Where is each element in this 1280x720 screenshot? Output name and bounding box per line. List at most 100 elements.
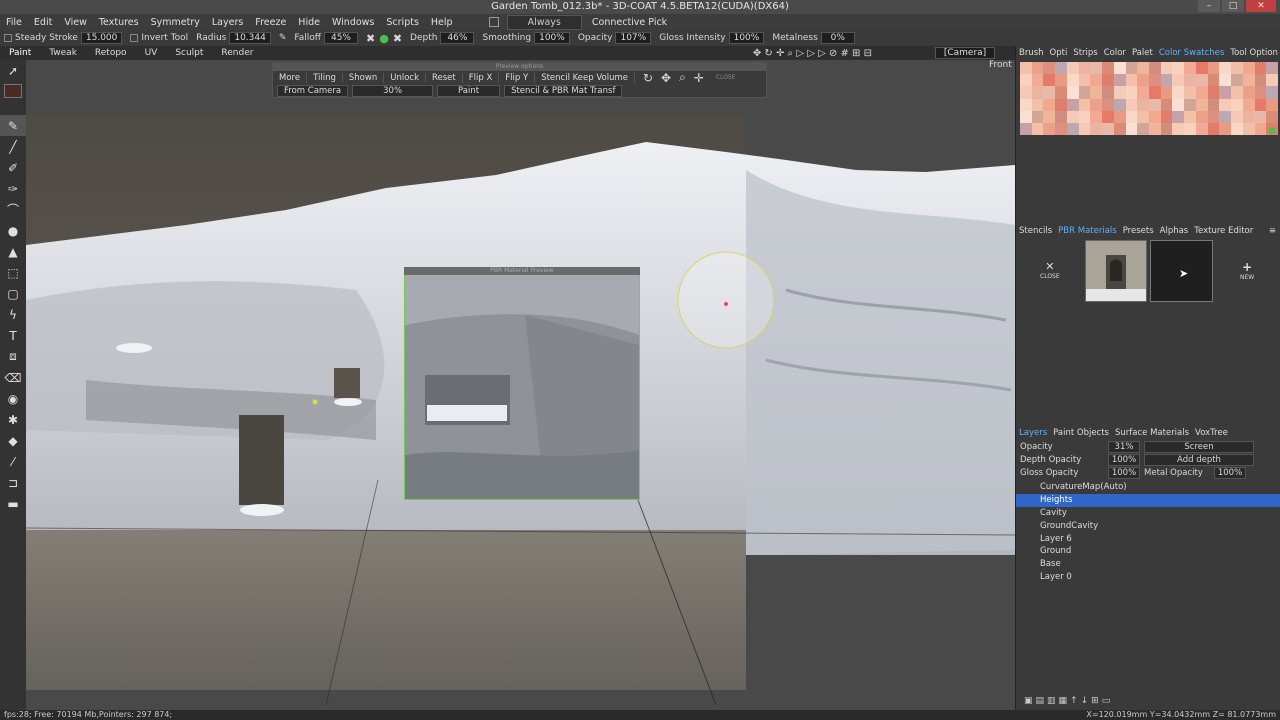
color-swatch-cell[interactable] [1231,98,1243,111]
camera-dropdown[interactable]: [Camera] [935,47,995,59]
color-swatch-cell[interactable] [1219,74,1232,87]
color-swatch-cell[interactable] [1242,62,1255,75]
tab-pbr-materials[interactable]: PBR Materials [1055,226,1120,236]
layer-settings-icon[interactable]: ⊞ [1091,696,1099,706]
color-swatch-cell[interactable] [1137,110,1149,123]
flip-y-button[interactable]: Flip Y [499,72,536,83]
bucket-icon[interactable]: ◆ [0,430,26,451]
tab-tweak[interactable]: Tweak [40,48,86,58]
fill-icon[interactable]: ✑ [0,178,26,199]
color-swatch-cell[interactable] [1043,110,1056,123]
color-swatch-cell[interactable] [1090,98,1103,111]
material-thumbnail[interactable] [1085,240,1147,302]
text-tool-icon[interactable]: T [0,325,26,346]
navigation-icons[interactable]: ✥ ↻ ✛ ⌕ ▷ ▷ ▷ ⊘ # ⊞ ⊟ [753,48,872,59]
reset-button[interactable]: Reset [426,72,463,83]
color-swatch-cell[interactable] [1231,86,1243,99]
panel-close-button[interactable]: CLOSE [716,74,736,81]
color-swatch-cell[interactable] [1137,62,1149,75]
color-swatch-cell[interactable] [1231,62,1243,75]
line-tool-icon[interactable]: ⊐ [0,472,26,493]
color-swatch-cell[interactable] [1172,74,1185,87]
color-swatch-cell[interactable] [1219,86,1232,99]
color-swatch-cell[interactable] [1078,98,1091,111]
color-swatch-cell[interactable] [1055,98,1067,111]
color-swatch-cell[interactable] [1231,74,1243,87]
layer-item-selected[interactable]: Heights [1016,493,1280,507]
transform-icon[interactable]: ⬚ [0,262,26,283]
color-swatch-cell[interactable] [1055,110,1067,123]
color-swatch-cell[interactable] [1242,110,1255,123]
color-swatch-cell[interactable] [1207,86,1220,99]
color-swatch-cell[interactable] [1160,110,1173,123]
stencil-mat-dropdown[interactable]: Stencil & PBR Mat Transf [504,84,623,97]
close-material-button[interactable]: ✕ CLOSE [1040,260,1060,280]
color-swatch-cell[interactable] [1055,122,1067,135]
color-swatch-cell[interactable] [1102,74,1114,87]
color-swatch-cell[interactable] [1160,86,1173,99]
color-swatch-cell[interactable] [1102,86,1114,99]
tab-sculpt[interactable]: Sculpt [166,48,212,58]
tab-texture-editor[interactable]: Texture Editor [1191,226,1256,236]
color-swatch-cell[interactable] [1066,86,1079,99]
layer-item[interactable]: Ground [1016,545,1280,558]
airbrush-icon[interactable]: ✐ [0,157,26,178]
menu-view[interactable]: View [58,17,93,28]
layer-item[interactable]: Layer 6 [1016,532,1280,545]
move-down-icon[interactable]: ↓ [1081,696,1089,706]
tab-paint[interactable]: Paint [0,48,40,58]
layer-item[interactable]: Layer 0 [1016,571,1280,584]
pointer-icon[interactable]: ➚ [0,60,26,81]
color-swatch-cell[interactable] [1184,110,1196,123]
color-swatch-cell[interactable] [1266,62,1278,75]
color-swatch[interactable] [4,84,22,98]
color-swatch-cell[interactable] [1254,86,1267,99]
color-swatch-cell[interactable] [1231,122,1243,135]
color-swatch-cell[interactable] [1160,122,1173,135]
color-swatch-cell[interactable] [1149,110,1161,123]
eraser-icon[interactable]: ⌫ [0,367,26,388]
color-swatch-cell[interactable] [1184,86,1196,99]
falloff-field[interactable]: 45% [323,32,358,44]
tab-uv[interactable]: UV [136,48,167,58]
color-swatch-cell[interactable] [1266,74,1278,87]
tab-surface-materials[interactable]: Surface Materials [1112,428,1192,438]
color-swatch-cell[interactable] [1242,74,1255,87]
color-swatch-cell[interactable] [1113,62,1126,75]
stencil-keep-volume-dropdown[interactable]: Stencil Keep Volume [535,72,635,83]
color-swatch-cell[interactable] [1113,110,1126,123]
new-material-button[interactable]: + NEW [1240,260,1254,281]
color-swatch-cell[interactable] [1172,86,1185,99]
color-swatch-cell[interactable] [1195,110,1208,123]
color-swatch-cell[interactable] [1160,62,1173,75]
color-swatch-cell[interactable] [1090,122,1103,135]
color-swatch-cell[interactable] [1207,110,1220,123]
tab-color-swatches[interactable]: Color Swatches [1156,48,1228,58]
tab-palet[interactable]: Palet [1129,48,1156,58]
depth-mode-dropdown[interactable]: Add depth [1144,453,1254,466]
color-swatch-cell[interactable] [1195,122,1208,135]
menu-edit[interactable]: Edit [28,17,58,28]
tab-brush[interactable]: Brush [1016,48,1047,58]
color-swatch-cell[interactable] [1020,62,1032,75]
color-swatch-cell[interactable] [1137,74,1149,87]
move-icon[interactable]: ✥ [661,71,671,85]
menu-scripts[interactable]: Scripts [380,17,425,28]
add-layer-icon[interactable]: ▣ [1024,696,1033,706]
steady-stroke-field[interactable]: 15.000 [80,32,123,44]
blend-mode-dropdown[interactable]: Screen [1144,440,1254,453]
color-swatch-cell[interactable] [1149,98,1161,111]
color-swatch-cell[interactable] [1195,62,1208,75]
depth-field[interactable]: 46% [440,32,475,44]
tab-strips[interactable]: Strips [1070,48,1100,58]
color-swatch-cell[interactable] [1125,74,1138,87]
gloss-field[interactable]: 100% [728,32,765,44]
maximize-icon[interactable]: □ [1222,0,1244,12]
cross-icon[interactable]: ✖ [366,32,375,45]
picker-icon[interactable]: ⁄ [0,451,26,472]
color-swatch-cell[interactable] [1184,74,1196,87]
scale-dropdown[interactable]: 30% [352,84,434,97]
color-swatch-cell[interactable] [1066,122,1079,135]
tab-voxtree[interactable]: VoxTree [1192,428,1231,438]
eye-tool-icon[interactable]: ◉ [0,388,26,409]
